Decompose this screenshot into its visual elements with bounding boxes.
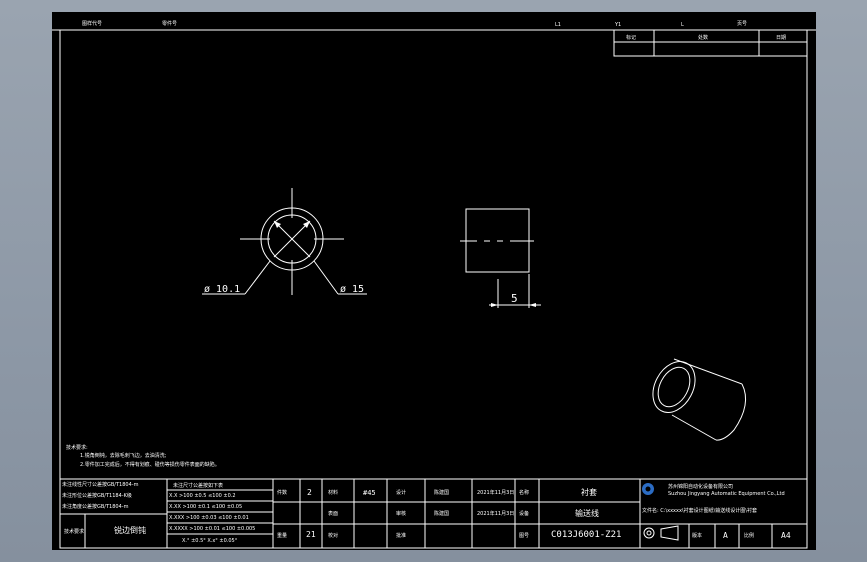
dim-outer-diameter: ø 15 bbox=[340, 284, 364, 295]
surface-label: 表面 bbox=[328, 510, 338, 517]
part-name: 衬套 bbox=[581, 487, 597, 497]
revision-table: 标记 处数 日期 bbox=[613, 29, 808, 57]
tol-header: 未注尺寸公差按如下表 bbox=[173, 482, 223, 489]
top-strip: 图样代号 零件号 L1 Y1 L 页号 bbox=[52, 20, 816, 31]
top-label-1: 图样代号 bbox=[82, 20, 102, 27]
review-label: 校对 bbox=[328, 532, 338, 539]
equipment-label: 设备 bbox=[519, 510, 529, 517]
tech-label: 技术要求 bbox=[64, 528, 84, 535]
tol-row-5: X.° ±0.5° X.x° ±0.05° bbox=[182, 538, 238, 544]
iso-bottom-edge bbox=[671, 414, 717, 441]
file-path: 文件名: C:\xxxxx\衬套设计图纸\输送线设计图\衬套 bbox=[642, 507, 757, 514]
notes-line-1: 1.锐角倒钝，去除毛刺飞边，去油清洗; bbox=[80, 452, 167, 459]
material-label: 材料 bbox=[328, 489, 338, 496]
top-mark-page: 页号 bbox=[737, 21, 747, 27]
dim-arrow-right bbox=[529, 303, 536, 307]
company-name-cn: 苏州锦阳自动化设备有限公司 bbox=[668, 483, 733, 490]
leader-outer bbox=[313, 260, 339, 295]
dim-length: 5 bbox=[511, 292, 518, 305]
tol-row-2: X.XX >100 ±0.1 ≤100 ±0.05 bbox=[169, 504, 242, 510]
sheet-size: A4 bbox=[781, 531, 791, 540]
tol-row-4: X.XXXX >100 ±0.01 ≤100 ±0.005 bbox=[169, 526, 255, 532]
side-view: 5 bbox=[460, 208, 541, 308]
title-block: 未注线性尺寸公差按GB/T1804-m 未注形位公差按GB/T1184-K级 未… bbox=[60, 478, 807, 548]
drawing-no-label: 图号 bbox=[519, 533, 529, 539]
tech-notes: 技术要求: 1.锐角倒钝，去除毛刺飞边，去油清洗; 2.零件加工完成后，不得有划… bbox=[66, 444, 220, 468]
top-label-2: 零件号 bbox=[162, 20, 177, 27]
tech-value: 锐边倒钝 bbox=[114, 525, 146, 535]
isometric-view bbox=[652, 358, 747, 441]
projection-symbol-icon bbox=[643, 525, 679, 541]
checker-value: 陈建国 bbox=[434, 510, 449, 517]
iso-front-outer bbox=[652, 361, 696, 413]
revision-header-date: 日期 bbox=[776, 35, 786, 41]
qty-value: 2 bbox=[307, 488, 312, 497]
tol-label-3: 未注角度公差按GB/T1804-m bbox=[62, 503, 129, 510]
tol-label-1: 未注线性尺寸公差按GB/T1804-m bbox=[62, 481, 139, 488]
tol-row-1: X.X >100 ±0.5 ≤100 ±0.2 bbox=[169, 493, 236, 499]
top-mark-y1: Y1 bbox=[614, 22, 621, 28]
drawing-frame bbox=[59, 29, 808, 549]
tol-row-3: X.XXX >100 ±0.03 ≤100 ±0.01 bbox=[169, 515, 249, 521]
top-mark-l: L bbox=[681, 22, 684, 28]
iso-front-inner bbox=[657, 366, 691, 408]
iso-top-edge bbox=[673, 358, 743, 385]
check-date: 2021年11月3日 bbox=[477, 510, 514, 517]
leader-inner bbox=[244, 260, 271, 295]
weight-label: 重量 bbox=[277, 532, 287, 539]
version-value: A bbox=[723, 531, 728, 540]
notes-title: 技术要求: bbox=[66, 444, 88, 451]
front-view: ø 10.1 ø 15 bbox=[202, 188, 367, 295]
revision-header-count: 处数 bbox=[698, 34, 708, 41]
equipment-value: 输送线 bbox=[575, 508, 599, 518]
designer-label: 设计 bbox=[396, 489, 406, 496]
name-label: 名称 bbox=[519, 489, 529, 496]
checker-label: 审核 bbox=[396, 510, 406, 517]
revision-header-mark: 标记 bbox=[626, 34, 636, 41]
notes-line-2: 2.零件加工完成后，不得有划痕、碰伤等损伤零件表面的缺陷。 bbox=[80, 461, 220, 468]
top-mark-l1: L1 bbox=[555, 22, 561, 28]
tol-label-2: 未注形位公差按GB/T1184-K级 bbox=[62, 492, 132, 499]
material-value: #45 bbox=[363, 489, 376, 497]
qty-label: 件数 bbox=[277, 489, 287, 496]
approve-label: 批准 bbox=[396, 532, 406, 539]
weight-value: 21 bbox=[306, 530, 316, 539]
company-name-en: Suzhou Jingyang Automatic Equipment Co.,… bbox=[668, 491, 785, 497]
version-label: 版本 bbox=[692, 532, 702, 539]
scale-label: 比例 bbox=[744, 532, 754, 539]
drawing-canvas: 图样代号 零件号 L1 Y1 L 页号 标记 处数 日期 ø 10.1 ø 15 bbox=[52, 20, 816, 549]
designer-value: 陈建国 bbox=[434, 489, 449, 496]
design-date: 2021年11月3日 bbox=[477, 489, 514, 496]
iso-back-arc bbox=[715, 383, 747, 441]
drawing-sheet: 图样代号 零件号 L1 Y1 L 页号 标记 处数 日期 ø 10.1 ø 15 bbox=[52, 12, 816, 550]
dim-inner-diameter: ø 10.1 bbox=[204, 284, 240, 295]
company-logo-hole bbox=[645, 486, 651, 492]
drawing-no: C013J6001-Z21 bbox=[551, 530, 621, 540]
dim-arrow-left bbox=[491, 303, 498, 307]
